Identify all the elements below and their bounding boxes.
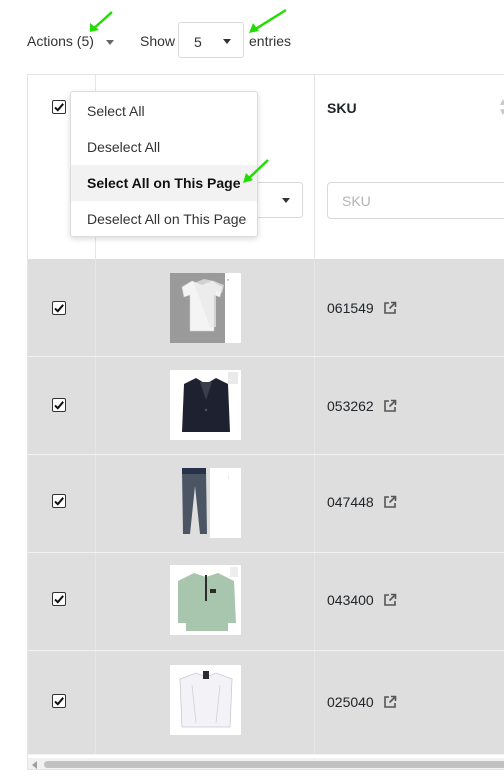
table-row[interactable]: 043400 (28, 553, 504, 651)
external-link-icon[interactable] (383, 301, 397, 318)
product-image-white-tshirts[interactable]: ♦ (170, 273, 241, 343)
menu-item-select-all-on-page[interactable]: Select All on This Page (71, 165, 257, 201)
annotation-arrow-icon (249, 8, 287, 33)
sku-value: 061549 (327, 300, 374, 316)
column-divider (95, 651, 96, 754)
product-image-white-shirt[interactable] (170, 665, 241, 735)
column-divider (314, 651, 315, 754)
sku-cell: 043400 (327, 592, 397, 610)
column-divider (314, 357, 315, 454)
external-link-icon[interactable] (383, 695, 397, 712)
annotation-arrow-icon (243, 159, 269, 183)
sku-filter-input[interactable] (327, 182, 504, 219)
menu-item-deselect-all[interactable]: Deselect All (71, 129, 257, 165)
column-divider (95, 357, 96, 454)
table-row[interactable]: ♦ 061549 (28, 259, 504, 357)
column-divider (95, 455, 96, 552)
checkbox-checked-icon (52, 301, 66, 315)
row-checkbox[interactable] (52, 398, 66, 412)
checkbox-checked-icon (52, 100, 66, 114)
product-image-dark-blazer[interactable] (170, 370, 241, 440)
table-row[interactable]: 053262 (28, 357, 504, 455)
caret-down-icon (223, 39, 231, 44)
sku-value: 025040 (327, 694, 374, 710)
checkbox-checked-icon (52, 694, 66, 708)
row-checkbox[interactable] (52, 592, 66, 606)
row-checkbox[interactable] (52, 694, 66, 708)
column-divider (95, 259, 96, 356)
column-divider (314, 259, 315, 356)
checkbox-checked-icon (52, 398, 66, 412)
horizontal-scrollbar[interactable] (28, 758, 504, 769)
actions-label: Actions (5) (27, 33, 94, 49)
table-body: ♦ 061549 053262 | 047448 043400 025040 (28, 259, 504, 755)
row-checkbox[interactable] (52, 494, 66, 508)
page-size-value: 5 (194, 34, 202, 50)
menu-item-select-all[interactable]: Select All (71, 93, 257, 129)
checkbox-checked-icon (52, 592, 66, 606)
product-image-mint-sweater[interactable] (170, 565, 241, 635)
menu-item-deselect-all-on-page[interactable]: Deselect All on This Page (71, 201, 257, 237)
scroll-left-icon[interactable] (32, 761, 37, 769)
table-row[interactable]: | 047448 (28, 455, 504, 553)
annotation-arrow-icon (90, 11, 113, 32)
sku-cell: 053262 (327, 398, 397, 416)
svg-text:|: | (228, 474, 229, 479)
sku-value: 053262 (327, 398, 374, 414)
select-all-checkbox[interactable] (52, 100, 66, 114)
actions-menu: Select All Deselect All Select All on Th… (70, 91, 258, 237)
show-label: Show (140, 33, 176, 49)
column-header-sku[interactable]: SKU (327, 100, 357, 116)
sku-value: 047448 (327, 494, 374, 510)
scrollbar-thumb[interactable] (44, 761, 504, 768)
page-size-select[interactable]: 5 (178, 22, 244, 58)
sku-cell: 025040 (327, 694, 397, 712)
checkbox-checked-icon (52, 494, 66, 508)
svg-text:♦: ♦ (227, 277, 229, 282)
column-divider (314, 553, 315, 650)
external-link-icon[interactable] (383, 593, 397, 610)
sku-cell: 061549 (327, 300, 397, 318)
sort-icon[interactable]: ▲▼ (498, 98, 504, 118)
row-checkbox[interactable] (52, 301, 66, 315)
product-image-grey-jeans[interactable]: | (170, 468, 241, 538)
column-divider (314, 141, 315, 259)
caret-down-icon (105, 39, 114, 45)
external-link-icon[interactable] (383, 399, 397, 416)
external-link-icon[interactable] (383, 495, 397, 512)
sku-cell: 047448 (327, 494, 397, 512)
table-row[interactable]: 025040 (28, 651, 504, 755)
sku-value: 043400 (327, 592, 374, 608)
column-divider (95, 553, 96, 650)
column-divider (314, 75, 315, 141)
caret-down-icon (282, 198, 290, 203)
column-divider (314, 455, 315, 552)
